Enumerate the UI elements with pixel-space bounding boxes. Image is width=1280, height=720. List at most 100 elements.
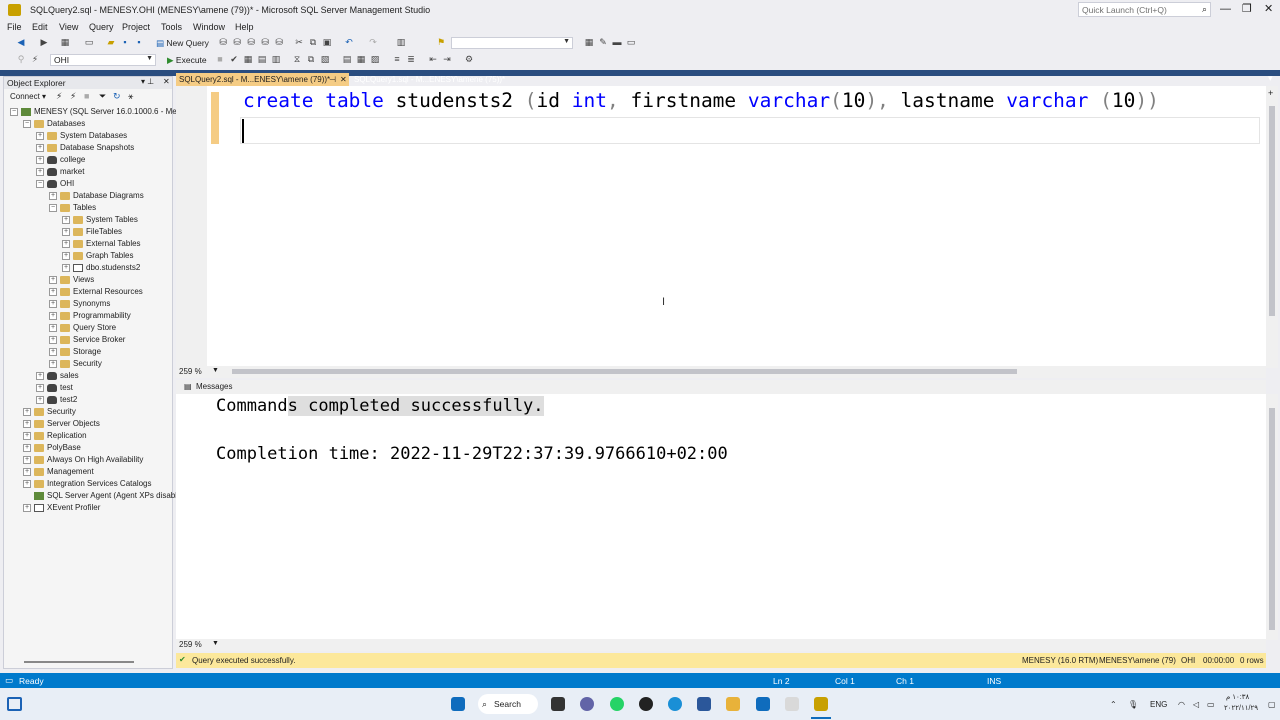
tab-messages[interactable]: ▤ Messages [176,380,1266,394]
tree-node[interactable]: + dbo.studensts2 [62,262,140,274]
tree-node[interactable]: + XEvent Profiler [23,502,100,514]
tray-overflow-icon[interactable]: ⌃ [1110,700,1117,709]
indent-icon[interactable]: ⇥ [442,54,452,65]
collapse-icon[interactable]: − [36,179,44,188]
window-layout-icon[interactable]: ▭ [626,37,636,48]
tree-node[interactable]: + FileTables [62,226,122,238]
expand-icon[interactable]: + [23,407,31,416]
microphone-icon[interactable]: 🎙 [1128,700,1138,709]
execute-button[interactable]: ▶ Execute [167,55,207,66]
db-query-icon-2[interactable]: ⛁ [232,37,242,48]
find-icon[interactable]: ⚑ [436,37,446,48]
scroll-thumb[interactable] [1269,408,1275,630]
tree-node[interactable]: + Replication [23,430,87,442]
quick-launch-input[interactable]: Quick Launch (Ctrl+Q) ⌕ [1078,2,1211,17]
whatsapp-icon[interactable] [610,697,624,711]
expand-icon[interactable]: + [23,455,31,464]
expand-icon[interactable]: + [62,215,70,224]
tree-node[interactable]: + sales [36,370,79,382]
new-file-icon[interactable]: ▭ [84,37,94,48]
results-horizontal-scrollbar[interactable]: 259 % ▼ [176,639,1266,651]
wifi-icon[interactable]: ◠ [1178,700,1185,709]
query-designer-icon[interactable]: ▤ [257,54,267,65]
close-button[interactable]: ✕ [1264,2,1273,15]
tree-node-server[interactable]: − MENESY (SQL Server 16.0.1000.6 - Men [10,106,181,118]
expand-icon[interactable]: + [36,167,44,176]
tree-node[interactable]: + Server Objects [23,418,100,430]
expand-icon[interactable]: + [49,311,57,320]
menu-edit[interactable]: Edit [32,22,48,32]
expand-icon[interactable]: + [36,383,44,392]
pin-icon[interactable]: ⊣ [329,73,336,86]
tree-node[interactable]: + External Tables [62,238,141,250]
task-view-icon[interactable] [551,697,565,711]
expand-icon[interactable]: + [23,419,31,428]
save-icon[interactable]: ▪ [120,37,130,48]
collapse-icon[interactable]: − [10,107,18,116]
horizontal-scrollbar[interactable] [24,661,134,663]
editor-zoom[interactable]: 259 % [179,367,202,376]
input-language[interactable]: ENG [1150,700,1167,709]
tree-node[interactable]: + Storage [49,346,101,358]
expand-icon[interactable]: + [23,431,31,440]
disconnect-icon[interactable]: ⚡ [70,91,76,102]
stop-icon[interactable]: ■ [84,91,89,101]
notifications-icon[interactable]: ▢ [1268,700,1276,709]
tree-node[interactable]: + test [36,382,73,394]
expand-icon[interactable]: + [23,443,31,452]
connect-icon[interactable]: ⚡ [56,91,62,102]
clock-date[interactable]: ٢٠٢٢/١١/٢٩ [1224,704,1258,712]
intellisense-icon[interactable]: ▥ [271,54,281,65]
tree-node[interactable]: − OHI [36,178,74,190]
store-icon[interactable] [697,697,711,711]
change-connection-icon[interactable]: ⚡ [30,54,40,65]
parse-icon[interactable]: ✔ [229,54,239,65]
tree-node[interactable]: − Databases [23,118,85,130]
volume-icon[interactable]: ◁ [1193,700,1199,709]
db-query-icon-4[interactable]: ⛁ [260,37,270,48]
tree-node[interactable]: + Database Snapshots [36,142,134,154]
client-stats-icon[interactable]: ▧ [320,54,330,65]
expand-icon[interactable]: + [36,131,44,140]
include-plan-icon[interactable]: ⧖ [292,54,302,65]
expand-icon[interactable]: + [36,155,44,164]
expand-icon[interactable]: + [62,263,70,272]
expand-icon[interactable]: + [49,191,57,200]
results-zoom[interactable]: 259 % [179,640,202,649]
filter-icon[interactable]: ⏷ [99,91,106,102]
desktop-icon[interactable] [7,697,22,711]
db-query-icon-3[interactable]: ⛁ [246,37,256,48]
expand-icon[interactable]: + [62,239,70,248]
paste-icon[interactable]: ▣ [322,37,332,48]
menu-window[interactable]: Window [193,22,225,32]
expand-icon[interactable]: + [49,299,57,308]
tree-node[interactable]: + Service Broker [49,334,125,346]
edge-icon[interactable] [668,697,682,711]
activity-monitor-icon[interactable]: ⚹ [128,91,133,102]
expand-icon[interactable]: + [49,347,57,356]
collapse-icon[interactable]: − [23,119,31,128]
copy-icon[interactable]: ⧉ [308,37,318,48]
tree-node[interactable]: + Security [49,358,102,370]
tools-icon[interactable]: ✎ [598,37,608,48]
tree-node[interactable]: + Synonyms [49,298,110,310]
tree-node[interactable]: + Database Diagrams [49,190,144,202]
sql-code-line-1[interactable]: create table studensts2 (id int, firstna… [243,89,1159,112]
tree-node[interactable]: + System Tables [62,214,138,226]
expand-icon[interactable]: + [36,395,44,404]
connect-icon[interactable]: ⚲ [16,54,26,65]
chevron-down-icon[interactable]: ▼ [212,367,219,374]
forward-icon[interactable]: ▶ [39,37,49,48]
expand-icon[interactable]: + [49,323,57,332]
windows-start-icon[interactable] [451,697,465,711]
menu-project[interactable]: Project [122,22,150,32]
cut-icon[interactable]: ✂ [294,37,304,48]
outdent-icon[interactable]: ⇤ [428,54,438,65]
tree-node[interactable]: + Integration Services Catalogs [23,478,152,490]
tree-node[interactable]: + college [36,154,85,166]
app-icon[interactable] [639,697,653,711]
battery-icon[interactable]: ▭ [1207,700,1215,709]
tree-node[interactable]: SQL Server Agent (Agent XPs disabl [23,490,177,502]
tree-node[interactable]: + External Resources [49,286,143,298]
db-query-icon-5[interactable]: ⛁ [274,37,284,48]
